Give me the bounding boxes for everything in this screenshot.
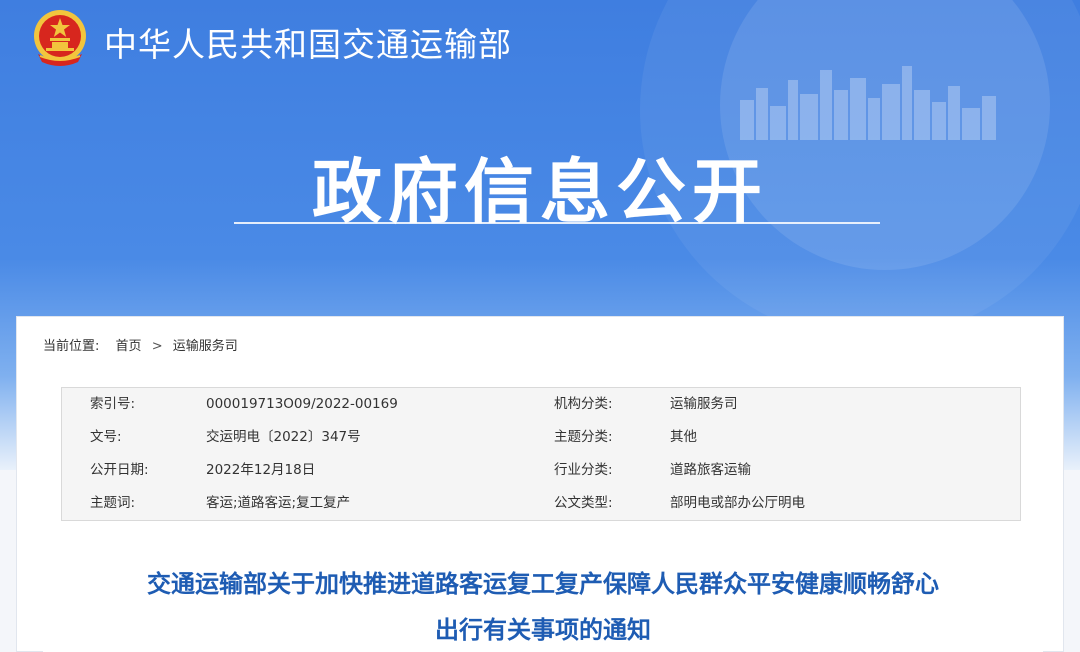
metadata-key: 文号: [90,429,122,445]
metadata-value: 运输服务司 [670,396,738,412]
city-skyline-icon [740,66,996,140]
metadata-key: 主题分类: [554,429,613,445]
metadata-value: 2022年12月18日 [206,462,316,478]
document-metadata-table: 索引号: 000019713O09/2022-00169 机构分类: 运输服务司… [61,387,1021,521]
metadata-key: 公开日期: [90,462,149,478]
breadcrumb: 当前位置: 首页 > 运输服务司 [43,335,238,354]
metadata-value: 交运明电〔2022〕347号 [206,429,361,445]
metadata-value: 客运;道路客运;复工复产 [206,495,351,511]
metadata-row: 公开日期: 2022年12月18日 行业分类: 道路旅客运输 [62,454,1022,487]
metadata-value: 其他 [670,429,697,445]
metadata-value: 000019713O09/2022-00169 [206,396,398,412]
national-emblem-icon [34,10,86,66]
metadata-key: 主题词: [90,495,136,511]
document-content: 索引号: 000019713O09/2022-00169 机构分类: 运输服务司… [43,371,1043,652]
breadcrumb-home-link[interactable]: 首页 [116,335,142,354]
document-title: 交通运输部关于加快推进道路客运复工复产保障人民群众平安健康顺畅舒心 出行有关事项… [43,561,1043,652]
ministry-name[interactable]: 中华人民共和国交通运输部 [104,18,512,66]
main-panel: 当前位置: 首页 > 运输服务司 索引号: 000019713O09/2022-… [16,316,1064,652]
metadata-value: 部明电或部办公厅明电 [670,495,805,511]
breadcrumb-label: 当前位置: [43,339,100,354]
document-title-line2: 出行有关事项的通知 [435,616,651,644]
metadata-key: 公文类型: [554,495,613,511]
metadata-key: 行业分类: [554,462,613,478]
document-title-line1: 交通运输部关于加快推进道路客运复工复产保障人民群众平安健康顺畅舒心 [147,570,939,598]
metadata-row: 索引号: 000019713O09/2022-00169 机构分类: 运输服务司 [62,388,1022,421]
metadata-key: 索引号: [90,396,136,412]
metadata-row: 主题词: 客运;道路客运;复工复产 公文类型: 部明电或部办公厅明电 [62,487,1022,520]
banner-divider [234,222,880,224]
breadcrumb-separator: > [151,339,163,354]
breadcrumb-department-link[interactable]: 运输服务司 [173,335,238,354]
metadata-value: 道路旅客运输 [670,462,751,478]
metadata-key: 机构分类: [554,396,613,412]
metadata-row: 文号: 交运明电〔2022〕347号 主题分类: 其他 [62,421,1022,454]
